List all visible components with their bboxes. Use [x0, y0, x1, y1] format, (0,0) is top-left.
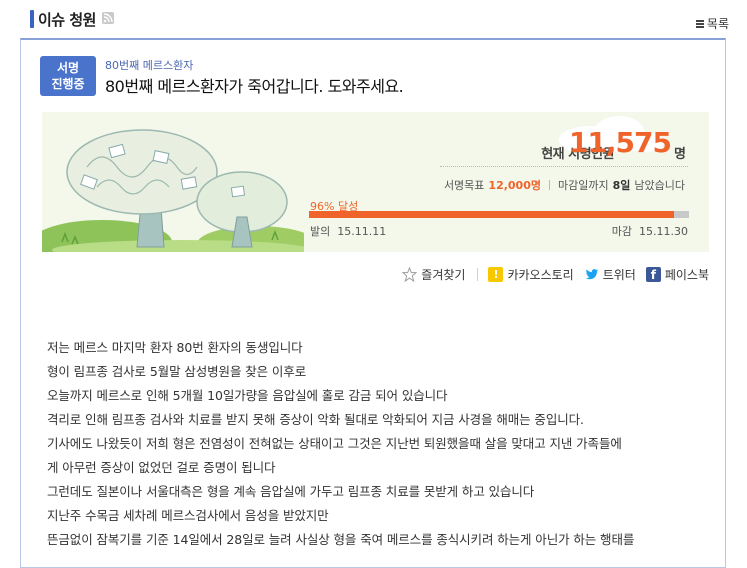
body-line: 게 아무런 증상이 없었던 걸로 증명이 됩니다 [47, 460, 276, 475]
goal-info: 서명목표 12,000명 마감일까지 8일 남았습니다 [444, 177, 685, 193]
signature-count: 11,575 [568, 126, 672, 159]
star-icon [402, 267, 418, 282]
petition-title: 80번째 메르스환자가 죽어갑니다. 도와주세요. [105, 77, 404, 96]
progress-fill [309, 211, 674, 218]
status-badge-line1: 서명 [56, 61, 80, 75]
favorite-button[interactable]: 즐겨찾기 [402, 266, 465, 283]
count-unit: 명 [674, 147, 686, 162]
list-button[interactable]: 목록 [695, 15, 729, 32]
body-line: 형이 림프종 검사로 5월말 삼성병원을 찾은 이후로 [47, 364, 307, 379]
kakaostory-icon: ! [488, 267, 504, 282]
kakaostory-label: 카카오스토리 [507, 268, 574, 282]
facebook-label: 페이스북 [664, 268, 709, 282]
title-marker [30, 10, 34, 28]
date-range: 발의 15.11.11 마감 15.11.30 [310, 223, 688, 239]
facebook-icon: f [645, 267, 661, 282]
progress-bar [309, 211, 689, 218]
petition-subtitle: 80번째 메르스환자 [105, 59, 194, 72]
goal-label: 서명목표 [443, 179, 485, 192]
list-icon [695, 19, 704, 28]
body-line: 저는 메르스 마지막 환자 80번 환자의 동생입니다 [47, 340, 303, 355]
body-line: 격리로 인해 림프종 검사와 치료를 받지 못해 증상이 악화 될대로 악화되어… [47, 412, 584, 427]
end-label: 마감 [611, 225, 633, 238]
end-date-group: 마감 15.11.30 [612, 223, 688, 239]
deadline-prefix: 마감일까지 [558, 179, 609, 192]
body-line: 기사에도 나왔듯이 저희 형은 전염성이 전혀없는 상태이고 그것은 지난번 퇴… [47, 436, 622, 451]
start-label: 발의 [310, 225, 331, 238]
status-badge: 서명 진행중 [40, 56, 96, 96]
body-line: 오늘까지 메르스로 인해 5개월 10일가량을 음압실에 홀로 감금 되어 있습… [47, 388, 448, 403]
deadline-days: 8일 [612, 179, 631, 192]
tree-illustration [42, 129, 304, 252]
twitter-button[interactable]: 트위터 [584, 266, 636, 283]
petition-body: 저는 메르스 마지막 환자 80번 환자의 동생입니다 형이 림프종 검사로 5… [47, 338, 707, 554]
body-line: 지난주 수목금 세차례 메르스검사에서 음성을 받았지만 [47, 508, 329, 523]
kakaostory-button[interactable]: ! 카카오스토리 [488, 266, 574, 283]
end-date: 15.11.30 [639, 225, 688, 238]
twitter-icon [585, 269, 598, 280]
share-bar: 즐겨찾기 ! 카카오스토리 트위터 f 페이스북 [392, 266, 709, 283]
rss-icon[interactable] [102, 12, 114, 24]
twitter-label: 트위터 [602, 268, 636, 282]
favorite-label: 즐겨찾기 [421, 268, 466, 282]
goal-separator [549, 180, 550, 190]
status-badge-line2: 진행중 [51, 77, 85, 91]
page-header: 이슈 청원 목록 [0, 0, 747, 38]
deadline-suffix: 남았습니다 [634, 179, 685, 192]
facebook-button[interactable]: f 페이스북 [645, 266, 709, 283]
body-line: 뜬금없이 잠복기를 기준 14일에서 28일로 늘려 사실상 형을 죽여 메르스… [47, 532, 635, 547]
start-date: 15.11.11 [337, 225, 387, 238]
goal-value: 12,000명 [488, 179, 541, 192]
body-line: 그런데도 질본이나 서울대측은 형을 계속 음압실에 가두고 림프종 치료를 못… [47, 484, 535, 499]
section-title: 이슈 청원 [38, 11, 96, 29]
list-button-label: 목록 [706, 17, 729, 31]
share-divider [477, 268, 479, 281]
divider [440, 166, 688, 167]
